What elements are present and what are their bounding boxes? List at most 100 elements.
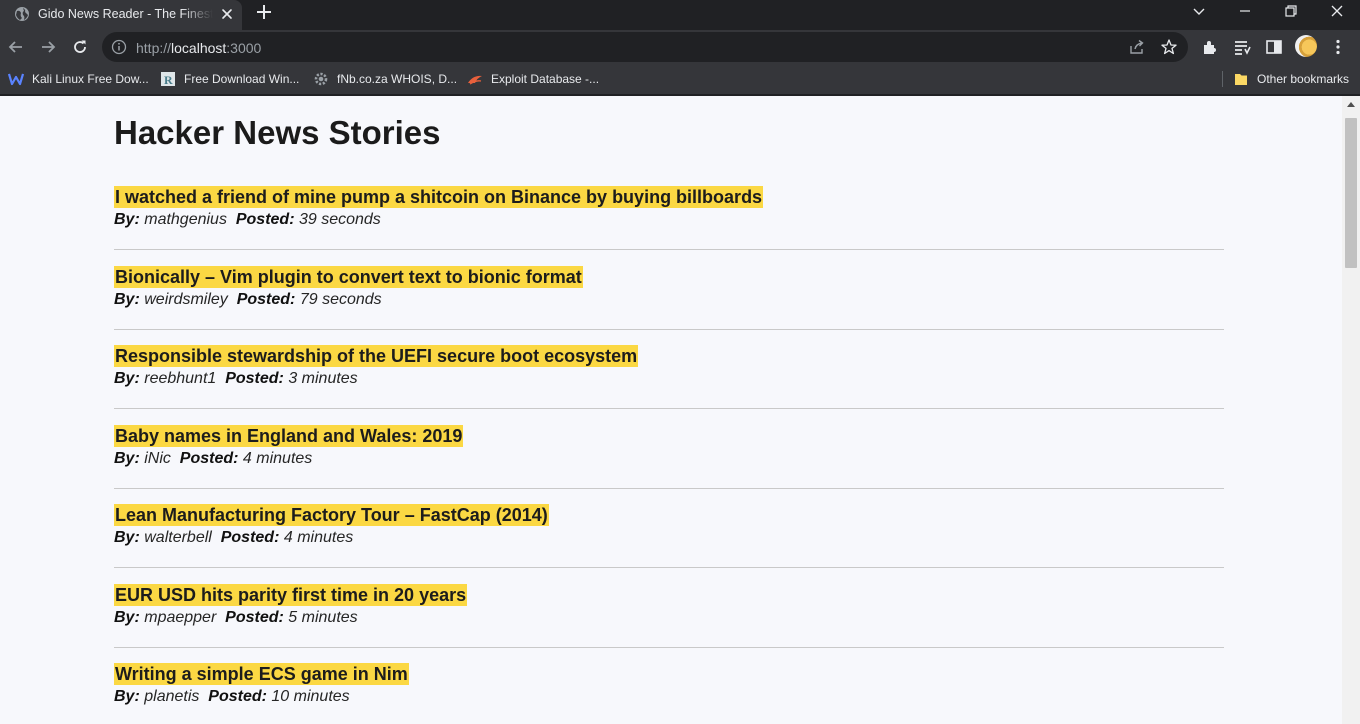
story-title-link[interactable]: Responsible stewardship of the UEFI secu… <box>114 345 639 367</box>
story-list: I watched a friend of mine pump a shitco… <box>114 184 1224 724</box>
restore-icon[interactable] <box>1282 2 1300 20</box>
tab-strip: Gido News Reader - The Finest News Reade… <box>0 0 1360 30</box>
folder-icon <box>1233 71 1249 87</box>
bookmark-label: Free Download Win... <box>184 72 300 86</box>
story-author: iNic <box>144 449 171 467</box>
story-item: I watched a friend of mine pump a shitco… <box>114 184 1224 264</box>
globe-icon <box>15 7 29 21</box>
story-divider <box>114 487 1224 489</box>
page-scrollbar[interactable] <box>1342 96 1360 724</box>
svg-text:R: R <box>164 73 173 87</box>
story-title-link[interactable]: Baby names in England and Wales: 2019 <box>114 424 464 447</box>
story-title-link[interactable]: Bionically – Vim plugin to convert text … <box>114 265 583 288</box>
minimize-icon[interactable] <box>1236 2 1254 20</box>
story-item: Writing a simple ECS game in Nim By: plan… <box>114 661 1224 724</box>
forward-icon[interactable] <box>38 37 58 57</box>
story-title-link[interactable]: Writing a simple ECS game in Nim <box>114 663 409 685</box>
browser-tab[interactable]: Gido News Reader - The Finest News Reade… <box>0 0 242 30</box>
page-viewport: Hacker News Stories I watched a friend o… <box>0 96 1342 724</box>
url-text[interactable]: http://localhost:3000 <box>136 40 261 56</box>
browser-toolbar: http://localhost:3000 <box>0 30 1360 64</box>
bookmark-label: fNb.co.za WHOIS, D... <box>337 72 458 86</box>
bookmark-kali-linux[interactable]: Kali Linux Free Dow... <box>8 64 149 94</box>
back-icon[interactable] <box>6 37 26 57</box>
page-title: Hacker News Stories <box>114 114 441 151</box>
new-tab-icon[interactable] <box>254 2 274 22</box>
story-item: EUR USD hits parity first time in 20 yea… <box>114 582 1224 662</box>
by-label: By: <box>114 370 140 387</box>
tab-title: Gido News Reader - The Finest News Reade… <box>38 7 213 21</box>
by-label: By: <box>114 449 140 467</box>
story-author: reebhunt1 <box>144 370 217 387</box>
reading-list-icon[interactable] <box>1232 37 1252 57</box>
bookmark-label: Kali Linux Free Dow... <box>32 72 149 86</box>
share-icon[interactable] <box>1128 38 1146 56</box>
by-label: By: <box>114 688 140 705</box>
story-author: mathgenius <box>144 211 227 228</box>
story-author: planetis <box>144 688 200 705</box>
menu-icon[interactable] <box>1328 37 1348 57</box>
story-item: Baby names in England and Wales: 2019 By:… <box>114 423 1224 503</box>
story-item: Lean Manufacturing Factory Tour – FastCa… <box>114 502 1224 582</box>
tab-search-icon[interactable] <box>1190 2 1208 20</box>
story-divider <box>114 646 1224 648</box>
scroll-thumb[interactable] <box>1345 118 1357 268</box>
posted-label: Posted: <box>220 529 280 546</box>
story-meta: By: walterbell Posted: 4 minutes <box>114 529 353 547</box>
by-label: By: <box>114 211 140 228</box>
story-title-link[interactable]: EUR USD hits parity first time in 20 yea… <box>114 583 468 606</box>
story-divider <box>114 328 1224 330</box>
close-tab-icon[interactable] <box>218 5 236 23</box>
story-title-link[interactable]: Lean Manufacturing Factory Tour – FastCa… <box>114 504 549 526</box>
bookmarks-bar: Kali Linux Free Dow... R Free Download W… <box>0 64 1360 94</box>
story-posted-time: 4 minutes <box>283 529 354 546</box>
side-panel-icon[interactable] <box>1264 37 1284 57</box>
close-window-icon[interactable] <box>1328 2 1346 20</box>
story-author: mpaepper <box>144 608 217 626</box>
posted-label: Posted: <box>236 290 296 308</box>
url-scheme: http:// <box>136 40 172 56</box>
bookmarks-separator <box>1222 71 1223 87</box>
kali-icon <box>8 71 24 87</box>
reload-icon[interactable] <box>70 37 90 57</box>
story-title-link[interactable]: I watched a friend of mine pump a shitco… <box>114 186 764 208</box>
story-posted-time: 5 minutes <box>288 608 358 626</box>
address-bar[interactable]: http://localhost:3000 <box>102 32 1188 62</box>
posted-label: Posted: <box>179 449 239 467</box>
bookmark-free-download[interactable]: R Free Download Win... <box>160 64 299 94</box>
other-bookmarks[interactable]: Other bookmarks <box>1233 64 1349 94</box>
bookmark-exploit-database[interactable]: Exploit Database -... <box>467 64 599 94</box>
story-meta: By: weirdsmiley Posted: 79 seconds <box>114 291 382 309</box>
url-port: :3000 <box>226 40 262 56</box>
posted-label: Posted: <box>225 370 284 387</box>
site-info-icon[interactable] <box>111 39 127 55</box>
url-host: localhost <box>171 40 227 56</box>
profile-avatar[interactable] <box>1295 35 1317 57</box>
bookmark-fnb-whois[interactable]: fNb.co.za WHOIS, D... <box>313 64 457 94</box>
story-meta: By: mpaepper Posted: 5 minutes <box>114 609 358 627</box>
story-author: walterbell <box>144 529 212 546</box>
r-logo-icon: R <box>160 71 176 87</box>
by-label: By: <box>114 290 140 308</box>
story-posted-time: 4 minutes <box>242 449 313 467</box>
story-item: Bionically – Vim plugin to convert text … <box>114 264 1224 344</box>
bookmark-star-icon[interactable] <box>1160 38 1178 56</box>
by-label: By: <box>114 608 140 626</box>
story-meta: By: mathgenius Posted: 39 seconds <box>114 211 381 229</box>
story-meta: By: planetis Posted: 10 minutes <box>114 688 350 706</box>
story-divider <box>114 249 1224 250</box>
posted-label: Posted: <box>208 688 267 705</box>
story-meta: By: reebhunt1 Posted: 3 minutes <box>114 370 358 388</box>
exploit-db-icon <box>467 71 483 87</box>
posted-label: Posted: <box>235 211 295 228</box>
story-posted-time: 3 minutes <box>288 370 358 387</box>
scroll-up-arrow-icon[interactable] <box>1347 102 1355 107</box>
story-divider <box>114 567 1224 568</box>
bookmark-label: Exploit Database -... <box>491 72 600 86</box>
story-posted-time: 79 seconds <box>299 290 382 308</box>
posted-label: Posted: <box>225 608 284 626</box>
story-meta: By: iNic Posted: 4 minutes <box>114 450 312 468</box>
extensions-icon[interactable] <box>1200 37 1220 57</box>
other-bookmarks-label: Other bookmarks <box>1257 72 1350 86</box>
by-label: By: <box>114 529 140 546</box>
